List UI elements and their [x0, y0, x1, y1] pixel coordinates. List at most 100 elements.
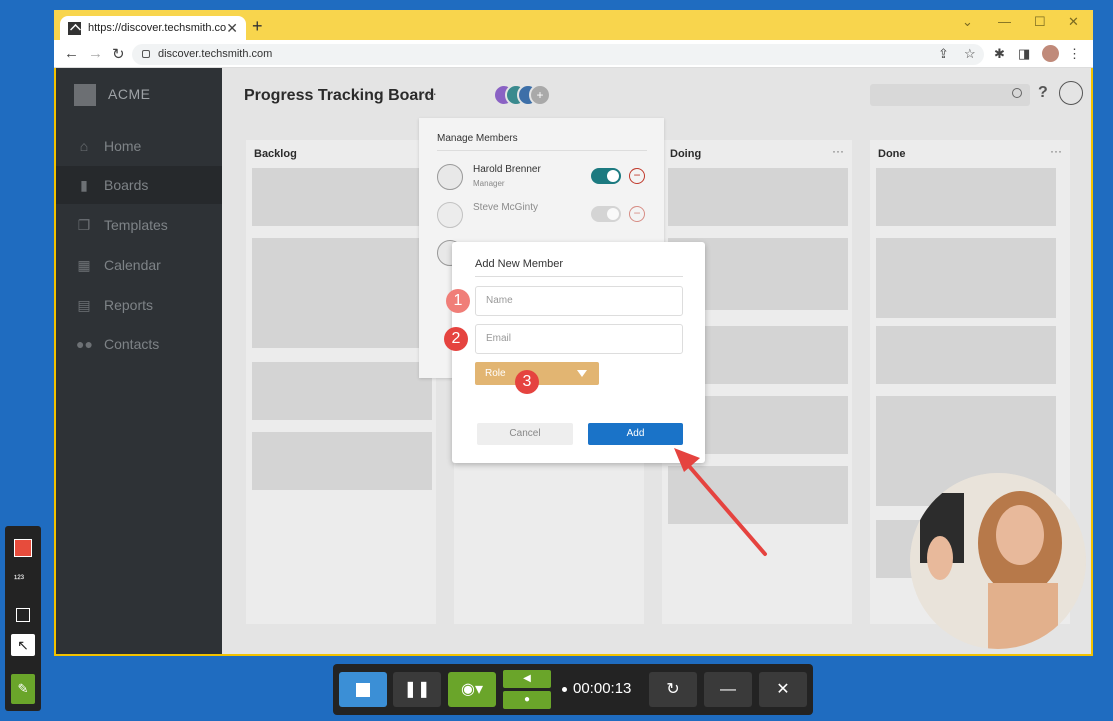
- url-text: discover.techsmith.com: [158, 48, 273, 60]
- sidebar-item-label: Home: [104, 138, 142, 154]
- restart-button[interactable]: ↻: [649, 672, 697, 707]
- minimize-window-icon[interactable]: —: [998, 14, 1011, 29]
- audio-controls: ◀ ●: [503, 670, 551, 709]
- board-title: Progress Tracking Board: [244, 87, 435, 104]
- reload-icon[interactable]: ↻: [112, 45, 125, 63]
- sidebar-item-boards[interactable]: ▮ Boards: [56, 166, 222, 204]
- timer-text: 00:00:13: [573, 680, 632, 697]
- menu-icon[interactable]: ⋮: [1068, 46, 1081, 62]
- cancel-button[interactable]: Cancel: [477, 423, 573, 445]
- user-avatar-icon[interactable]: [1059, 81, 1083, 105]
- techsmith-favicon-icon: [68, 21, 81, 35]
- stop-button[interactable]: [339, 672, 387, 707]
- column-more-button[interactable]: ···: [1050, 144, 1062, 158]
- microphone-icon[interactable]: ●: [503, 691, 551, 709]
- minimize-recorder-button[interactable]: —: [704, 672, 752, 707]
- recording-dot-icon: [562, 686, 567, 692]
- card[interactable]: [252, 432, 432, 490]
- step-marker-3: 3: [515, 370, 539, 394]
- member-row: Harold Brenner Manager −: [437, 160, 647, 194]
- webcam-preview[interactable]: [910, 473, 1086, 649]
- close-window-icon[interactable]: ✕: [1068, 14, 1079, 30]
- remove-member-icon[interactable]: −: [629, 206, 645, 222]
- member-toggle[interactable]: [591, 168, 621, 184]
- email-field[interactable]: Email: [475, 324, 683, 354]
- caret-down-icon: [577, 370, 587, 377]
- card[interactable]: [876, 238, 1056, 318]
- maximize-window-icon[interactable]: ☐: [1034, 14, 1046, 30]
- tab-bar: https://discover.techsmith.com ✕ + ⌄ — ☐…: [54, 10, 1093, 40]
- lock-icon: [142, 50, 150, 58]
- home-icon: ⌂: [79, 138, 89, 154]
- boards-icon: ▮: [80, 177, 88, 193]
- share-icon[interactable]: ⇪: [938, 46, 949, 62]
- card[interactable]: [252, 362, 432, 420]
- step-marker-2: 2: [444, 327, 468, 351]
- sidebar-item-label: Contacts: [104, 336, 160, 352]
- sidebar-item-calendar[interactable]: ▦ Calendar: [56, 246, 222, 284]
- templates-icon: ❐: [77, 217, 91, 233]
- member-name: Harold Brenner: [473, 164, 541, 175]
- sidebar-item-reports[interactable]: ▤ Reports: [56, 286, 222, 324]
- card[interactable]: [876, 326, 1056, 384]
- recording-tools: ¹²³ ↖ ✎: [5, 526, 41, 711]
- card[interactable]: [252, 238, 432, 348]
- member-role: Manager: [473, 179, 505, 188]
- color-picker-button[interactable]: [14, 539, 32, 557]
- column-title: Done: [878, 148, 906, 160]
- column-title: Doing: [670, 148, 702, 160]
- card[interactable]: [876, 168, 1056, 226]
- tab-close-icon[interactable]: ✕: [226, 20, 238, 37]
- sidebar-item-contacts[interactable]: ●● Contacts: [56, 325, 222, 363]
- step-marker-1: 1: [446, 289, 470, 313]
- divider: [475, 276, 683, 277]
- search-input[interactable]: [870, 84, 1030, 106]
- close-recorder-button[interactable]: ✕: [759, 672, 807, 707]
- address-bar: ← → ↻ discover.techsmith.com ⇪ ☆ ✱ ◨ ⋮: [54, 40, 1093, 68]
- rectangle-tool-icon[interactable]: [16, 608, 30, 622]
- profile-avatar[interactable]: [1042, 45, 1059, 62]
- remove-member-icon[interactable]: −: [629, 168, 645, 184]
- steps-tool-icon[interactable]: ¹²³: [14, 574, 24, 585]
- tab-title: https://discover.techsmith.com: [88, 22, 227, 34]
- name-field[interactable]: Name: [475, 286, 683, 316]
- member-row: Steve McGinty −: [437, 198, 647, 232]
- divider: [437, 150, 647, 151]
- card[interactable]: [252, 168, 432, 226]
- dialog-title: Add New Member: [475, 258, 564, 270]
- search-icon: [1012, 88, 1022, 98]
- board-more-button[interactable]: ···: [423, 85, 437, 101]
- member-toggle[interactable]: [591, 206, 621, 222]
- logo-icon: [74, 84, 96, 106]
- sidebar-item-label: Templates: [104, 217, 168, 233]
- forward-icon[interactable]: →: [88, 45, 103, 62]
- browser-tab[interactable]: https://discover.techsmith.com ✕: [60, 16, 246, 40]
- new-tab-button[interactable]: +: [252, 16, 263, 37]
- pause-button[interactable]: ❚❚: [393, 672, 441, 707]
- add-member-icon[interactable]: +: [529, 84, 551, 106]
- star-icon[interactable]: ☆: [964, 46, 976, 62]
- member-avatar-icon: [437, 202, 463, 228]
- sidebar-item-home[interactable]: ⌂ Home: [56, 127, 222, 165]
- annotate-tool-icon[interactable]: ✎: [11, 674, 35, 704]
- arrow-tool-icon[interactable]: ↖: [11, 634, 35, 656]
- system-audio-icon[interactable]: ◀: [503, 670, 551, 688]
- help-icon[interactable]: ?: [1038, 84, 1048, 102]
- webcam-toggle-button[interactable]: ◉▾: [448, 672, 496, 707]
- role-select-label: Role: [485, 368, 506, 379]
- side-panel-icon[interactable]: ◨: [1018, 46, 1030, 62]
- member-avatar-icon: [437, 164, 463, 190]
- sidebar-item-templates[interactable]: ❐ Templates: [56, 206, 222, 244]
- webcam-icon: ◉▾: [461, 681, 483, 698]
- recording-timer: 00:00:13: [562, 680, 631, 697]
- back-icon[interactable]: ←: [64, 45, 79, 62]
- column-more-button[interactable]: ···: [832, 144, 844, 158]
- url-field[interactable]: discover.techsmith.com: [132, 44, 984, 65]
- sidebar: ACME ⌂ Home ▮ Boards ❐ Templates ▦ Calen…: [56, 68, 222, 654]
- member-name: Steve McGinty: [473, 202, 539, 213]
- chevron-down-icon[interactable]: ⌄: [962, 14, 973, 30]
- card[interactable]: [668, 168, 848, 226]
- sidebar-item-label: Calendar: [104, 257, 161, 273]
- column-title: Backlog: [254, 148, 297, 160]
- extensions-icon[interactable]: ✱: [994, 46, 1005, 62]
